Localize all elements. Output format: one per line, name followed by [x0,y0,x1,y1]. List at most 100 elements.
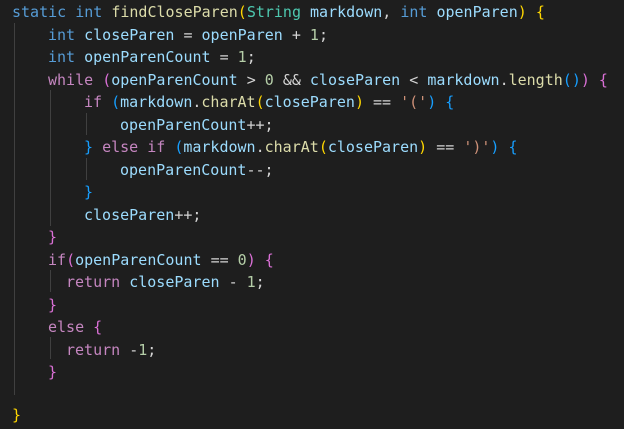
punctuation: ; [264,160,274,179]
number: 1 [309,25,319,44]
operator: && [282,70,301,89]
punctuation: ; [255,273,265,291]
punctuation: ; [192,205,202,224]
variable: openParenCount [120,160,247,179]
bracket: ) [354,93,364,111]
type-name: String [246,3,301,21]
control-keyword: if [48,250,67,269]
punctuation: ; [246,48,256,66]
bracket: ) [427,93,437,111]
variable: markdown [120,93,193,111]
variable: markdown [427,70,500,89]
brace: } [48,363,58,381]
indent-guide [14,23,15,395]
bracket: ( [562,70,572,89]
operator: + [291,25,301,44]
indent-guide [50,337,51,359]
code-line-9[interactable]: } [84,181,93,203]
operator: == [210,250,229,269]
code-line-11[interactable]: } [48,226,57,248]
bracket: ) [580,70,590,89]
operator: < [409,70,419,89]
brace: } [12,406,22,424]
code-line-16[interactable]: return -1; [66,339,156,361]
keyword: int [400,3,428,21]
punctuation: , [382,3,392,21]
keyword: int [48,48,76,66]
variable: openParenCount [120,115,247,134]
number: 1 [237,48,247,66]
code-editor[interactable]: static int findCloseParen(String markdow… [0,0,624,429]
indent-guide [50,270,51,292]
function-name: findCloseParen [111,3,238,21]
code-line-3[interactable]: int openParenCount = 1; [48,46,256,68]
brace: { [598,70,608,89]
code-line-6[interactable]: openParenCount++; [120,114,274,136]
operator: - [228,273,238,291]
operator: > [246,70,256,89]
control-keyword: return [66,273,121,291]
control-keyword: if [84,93,103,111]
code-line-17[interactable]: } [48,361,57,383]
code-line-18[interactable]: } [12,404,21,426]
bracket: ) [418,138,428,156]
brace: } [48,228,58,246]
operator: = [219,48,229,66]
code-line-4[interactable]: while (openParenCount > 0 && closeParen … [48,69,608,91]
bracket: ( [111,93,121,111]
bracket: ( [255,93,265,111]
control-keyword: else [102,138,139,156]
string-literal: ')' [463,138,491,156]
code-line-7[interactable]: } else if (markdown.charAt(closeParen) =… [84,136,518,158]
code-line-8[interactable]: openParenCount--; [120,159,274,181]
bracket: ) [571,70,581,89]
brace: } [84,138,94,156]
code-line-14[interactable]: } [48,294,57,316]
code-line-2[interactable]: int closeParen = openParen + 1; [48,24,328,46]
operator: = [183,25,193,44]
keyword: static [12,3,67,21]
parameter: markdown [310,3,383,21]
variable: openParenCount [84,48,211,66]
number: 0 [264,70,274,89]
brace: { [93,318,103,336]
variable: closeParen [129,273,220,291]
number: 0 [237,250,247,269]
operator: ++ [246,115,265,134]
bracket: ( [237,3,247,21]
function-name: charAt [201,93,256,111]
bracket: ) [517,3,527,21]
variable: closeParen [84,205,175,224]
operator: - [129,340,139,359]
control-keyword: else [48,318,85,336]
number: 1 [138,340,148,359]
brace: { [445,93,455,111]
code-line-13[interactable]: return closeParen - 1; [66,271,265,293]
control-keyword: while [48,70,94,89]
brace: } [84,183,94,201]
keyword: int [75,3,103,21]
brace: { [508,138,518,156]
variable: closeParen [309,70,401,89]
variable: openParen [201,25,283,44]
variable: openParenCount [111,70,238,89]
punctuation: ; [318,25,328,44]
operator: == [373,93,392,111]
code-line-5[interactable]: if (markdown.charAt(closeParen) == '(') … [84,91,454,113]
indent-guide [86,113,87,135]
operator: == [436,138,455,156]
code-line-1[interactable]: static int findCloseParen(String markdow… [12,1,545,23]
parameter: openParen [436,3,518,21]
code-line-10[interactable]: closeParen++; [84,204,201,226]
brace: { [535,3,545,21]
punctuation: ; [264,115,274,134]
bracket: ( [174,138,184,156]
string-literal: '(' [400,93,428,111]
number: 1 [246,273,256,291]
brace: } [48,295,58,314]
code-line-12[interactable]: if(openParenCount == 0) { [48,249,274,271]
function-name: length [508,70,563,89]
variable: markdown [183,138,256,156]
code-line-15[interactable]: else { [48,316,102,338]
operator: -- [246,160,265,179]
